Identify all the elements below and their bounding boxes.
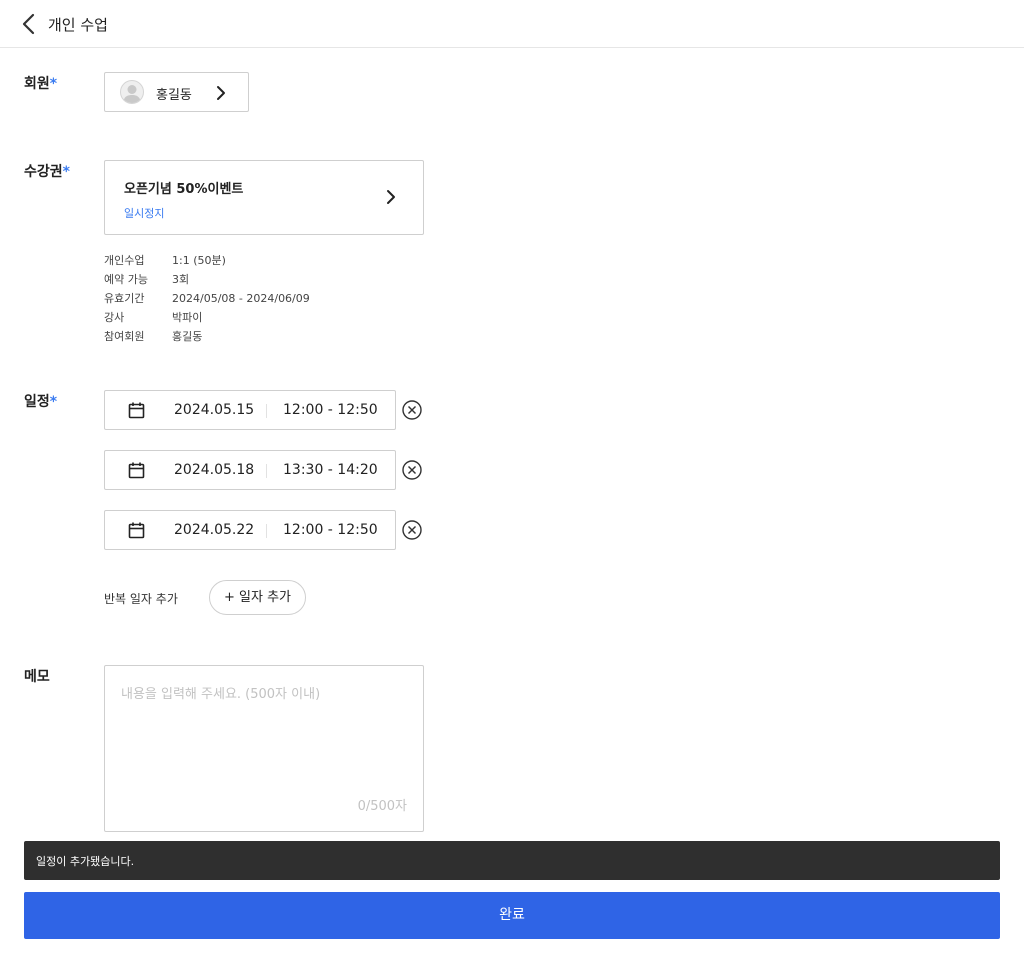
member-select-button[interactable]: 홍길동 [104,72,249,112]
schedule-date[interactable]: 2024.05.22 [174,522,254,538]
repeat-date-label: 반복 일자 추가 [104,592,178,606]
complete-button[interactable]: 완료 [24,892,1000,939]
pass-label: 수강권* [24,161,70,181]
detail-value: 홍길동 [172,330,203,343]
chevron-right-icon [387,190,395,204]
detail-key: 예약 가능 [104,273,148,286]
detail-key: 유효기간 [104,292,145,305]
user-placeholder-icon [123,85,141,103]
detail-value: 3회 [172,273,190,286]
calendar-icon[interactable] [128,462,145,479]
pass-select-card[interactable]: 오픈기념 50%이벤트 일시정지 [104,160,424,235]
calendar-icon[interactable] [128,402,145,419]
required-mark: * [62,164,70,180]
schedule-time[interactable]: 12:00 - 12:50 [283,402,378,418]
detail-key: 강사 [104,311,125,324]
divider [266,464,267,478]
memo-char-count: 0/500자 [357,799,407,814]
pass-status-badge: 일시정지 [124,207,165,220]
schedule-label: 일정* [24,391,57,411]
divider [266,404,267,418]
memo-label: 메모 [24,669,50,685]
calendar-icon[interactable] [128,522,145,539]
member-label-text: 회원 [24,76,50,92]
pass-title: 오픈기념 50%이벤트 [124,182,244,197]
required-mark: * [49,76,58,92]
detail-value: 2024/05/08 - 2024/06/09 [172,292,310,305]
detail-key: 개인수업 [104,254,145,267]
schedule-date[interactable]: 2024.05.15 [174,402,254,418]
add-date-button[interactable]: + 일자 추가 [209,580,306,615]
schedule-row: 2024.05.22 12:00 - 12:50 [104,510,396,550]
memo-field: 0/500자 [104,665,424,832]
schedule-label-text: 일정 [24,394,50,410]
back-button[interactable] [18,12,40,36]
schedule-row: 2024.05.18 13:30 - 14:20 [104,450,396,490]
pass-detail-row: 개인수업 1:1 (50분) [104,252,226,268]
schedule-row: 2024.05.15 12:00 - 12:50 [104,390,396,430]
member-name: 홍길동 [156,88,192,103]
divider [266,524,267,538]
schedule-date[interactable]: 2024.05.18 [174,462,254,478]
remove-circle-x-icon[interactable] [402,520,422,540]
remove-circle-x-icon[interactable] [402,400,422,420]
member-label: 회원* [24,73,57,93]
detail-key: 참여회원 [104,330,145,343]
pass-label-text: 수강권 [24,164,63,180]
toast-message: 일정이 추가됐습니다. [24,841,1000,880]
top-app-bar: 개인 수업 [0,0,1024,48]
detail-value: 박파이 [172,311,203,324]
chevron-left-icon [22,13,35,35]
pass-detail-row: 유효기간 2024/05/08 - 2024/06/09 [104,290,310,306]
avatar [120,80,144,104]
pass-detail-row: 예약 가능 3회 [104,271,189,287]
pass-detail-row: 강사 박파이 [104,309,202,325]
schedule-time[interactable]: 12:00 - 12:50 [283,522,378,538]
remove-circle-x-icon[interactable] [402,460,422,480]
required-mark: * [49,394,58,410]
detail-value: 1:1 (50분) [172,254,226,267]
page-title: 개인 수업 [48,16,108,34]
pass-detail-row: 참여회원 홍길동 [104,328,202,344]
schedule-time[interactable]: 13:30 - 14:20 [283,462,378,478]
chevron-right-icon [217,86,225,100]
